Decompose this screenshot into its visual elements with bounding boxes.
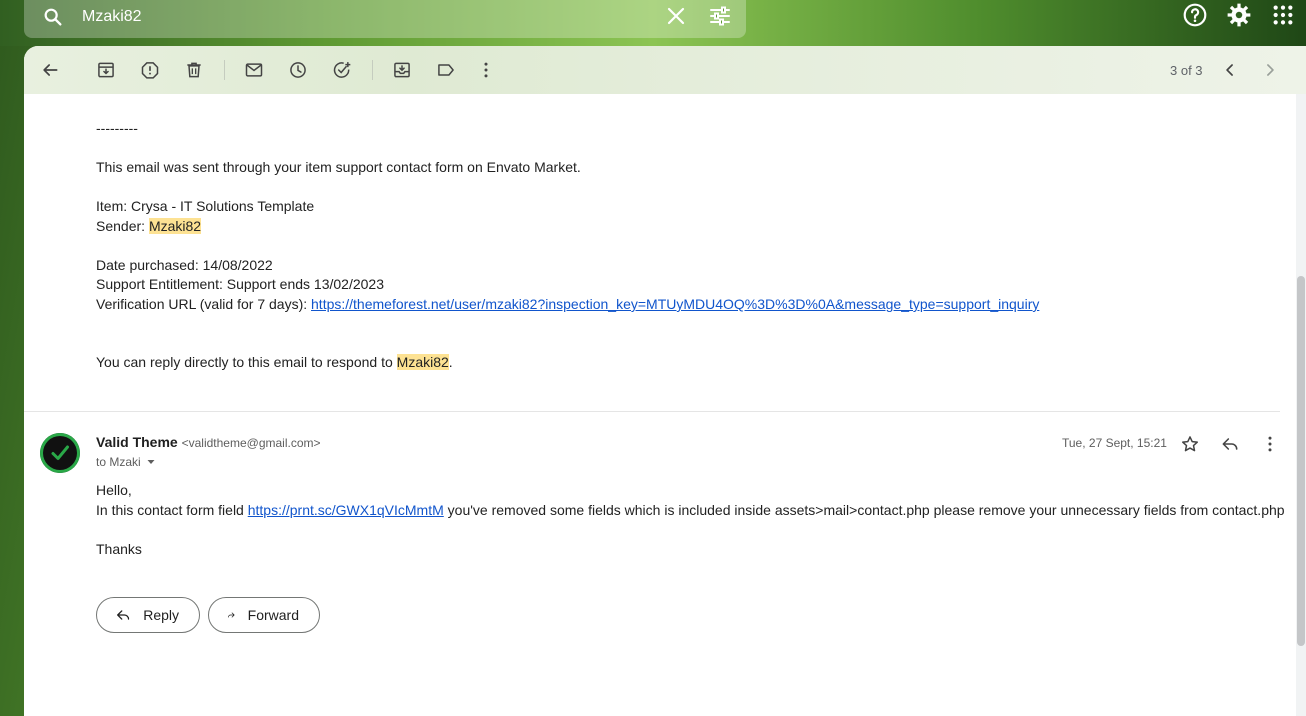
add-to-tasks-icon[interactable] xyxy=(330,58,354,82)
reply-instruction-text: You can reply directly to this email to … xyxy=(96,354,397,370)
recipient-label: to Mzaki xyxy=(96,455,141,469)
message-pane: 3 of 3 --------- This email was sent thr… xyxy=(24,46,1306,716)
forward-button[interactable]: Forward xyxy=(208,597,320,633)
quoted-separator: --------- xyxy=(96,120,138,136)
body-text-continued: you've removed some fields which is incl… xyxy=(443,502,1285,518)
label-tag-icon[interactable] xyxy=(434,58,458,82)
message-more-icon[interactable] xyxy=(1258,432,1282,456)
more-options-icon[interactable] xyxy=(474,58,498,82)
item-line: Item: Crysa - IT Solutions Template xyxy=(96,198,315,214)
support-line: Support Entitlement: Support ends 13/02/… xyxy=(96,276,384,292)
apps-grid-icon[interactable] xyxy=(1268,2,1298,28)
recipient-details[interactable]: to Mzaki xyxy=(96,455,157,469)
sender-email: <validtheme@gmail.com> xyxy=(181,436,321,450)
toolbar-divider xyxy=(224,60,225,80)
forward-label: Forward xyxy=(247,607,299,623)
search-bar[interactable]: Mzaki82 xyxy=(24,0,746,38)
caret-down-icon[interactable] xyxy=(145,456,157,468)
verification-line: Verification URL (valid for 7 days): htt… xyxy=(96,295,1039,313)
archive-icon[interactable] xyxy=(94,58,118,82)
toolbar-divider xyxy=(372,60,373,80)
conversation-counter: 3 of 3 xyxy=(1170,63,1203,78)
message-divider xyxy=(24,411,1280,412)
sender-avatar[interactable] xyxy=(40,433,80,473)
reply-instruction-end: . xyxy=(448,354,453,370)
search-highlight: Mzaki82 xyxy=(148,218,202,234)
help-icon[interactable] xyxy=(1180,2,1210,28)
search-highlight: Mzaki82 xyxy=(396,354,449,370)
reply-icon xyxy=(117,610,130,620)
report-spam-icon[interactable] xyxy=(138,58,162,82)
reply-instruction: You can reply directly to this email to … xyxy=(96,353,453,371)
mark-unread-envelope-icon[interactable] xyxy=(242,58,266,82)
settings-gear-icon[interactable] xyxy=(1224,2,1254,28)
snooze-clock-icon[interactable] xyxy=(286,58,310,82)
star-icon[interactable] xyxy=(1178,432,1202,456)
body-signoff: Thanks xyxy=(96,541,142,557)
forward-icon xyxy=(228,612,235,618)
scrollbar-thumb[interactable] xyxy=(1297,276,1305,646)
message-date: Tue, 27 Sept, 15:21 xyxy=(1062,436,1167,450)
sender-name[interactable]: Valid Theme xyxy=(96,434,178,450)
clear-search-icon[interactable] xyxy=(664,4,688,28)
body-text: In this contact form field xyxy=(96,502,248,518)
reply-button[interactable]: Reply xyxy=(96,597,200,633)
verification-link[interactable]: https://themeforest.net/user/mzaki82?ins… xyxy=(311,296,1039,312)
reply-arrow-icon[interactable] xyxy=(1218,432,1242,456)
date-purchased-line: Date purchased: 14/08/2022 xyxy=(96,257,273,273)
back-arrow-icon[interactable] xyxy=(38,58,62,82)
sender-info: Valid Theme <validtheme@gmail.com> xyxy=(96,434,321,450)
search-input[interactable]: Mzaki82 xyxy=(82,6,644,28)
message-toolbar: 3 of 3 xyxy=(24,46,1306,94)
body-paragraph: In this contact form field https://prnt.… xyxy=(96,501,1285,519)
move-to-icon[interactable] xyxy=(390,58,414,82)
newer-chevron-left-icon[interactable] xyxy=(1218,58,1242,82)
reply-label: Reply xyxy=(143,607,179,623)
envato-notice: This email was sent through your item su… xyxy=(96,159,581,175)
search-options-icon[interactable] xyxy=(708,4,732,28)
sender-line: Sender: Mzaki82 xyxy=(96,217,202,235)
screenshot-link[interactable]: https://prnt.sc/GWX1qVIcMmtM xyxy=(248,502,444,518)
body-greeting: Hello, xyxy=(96,482,132,498)
checkmark-icon xyxy=(51,445,69,460)
older-chevron-right-icon[interactable] xyxy=(1258,58,1282,82)
verification-label: Verification URL (valid for 7 days): xyxy=(96,296,312,312)
sender-label: Sender: xyxy=(96,218,149,234)
delete-trash-icon[interactable] xyxy=(182,58,206,82)
search-icon[interactable] xyxy=(42,6,64,28)
